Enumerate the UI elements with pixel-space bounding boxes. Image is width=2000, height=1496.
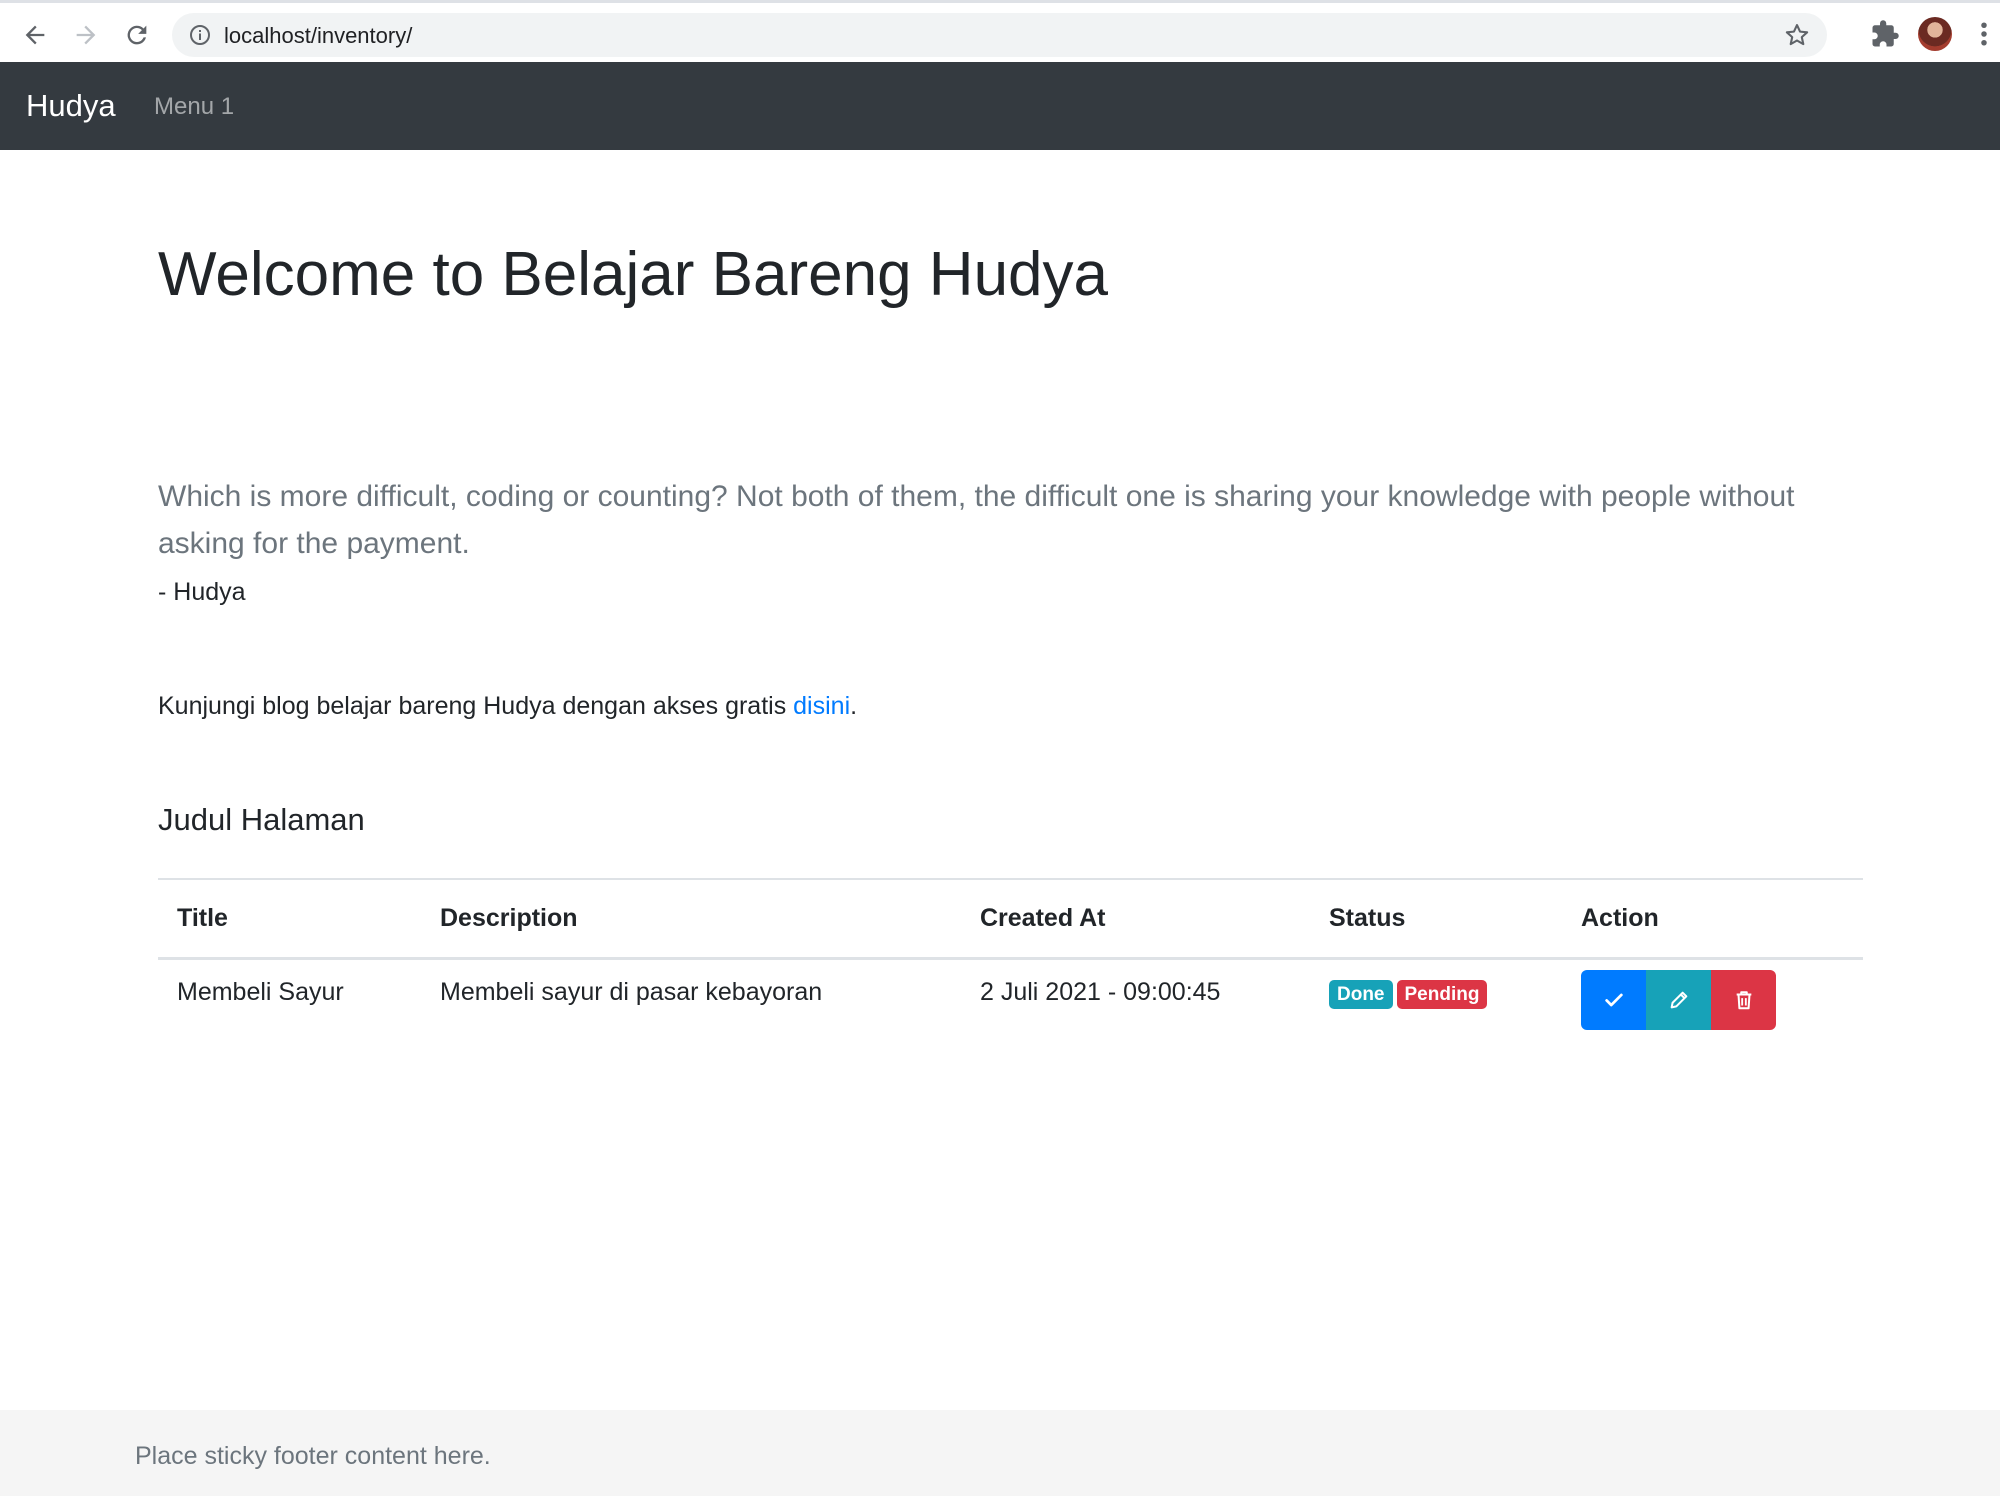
blog-link[interactable]: disini <box>793 692 850 720</box>
edit-button[interactable] <box>1646 969 1711 1030</box>
header-description: Description <box>421 878 961 960</box>
browser-toolbar: localhost/inventory/ <box>0 0 2000 62</box>
section-title: Judul Halaman <box>158 802 365 837</box>
forward-button[interactable] <box>66 15 106 55</box>
arrow-right-icon <box>76 25 96 45</box>
status-badge-done: Done <box>1329 979 1393 1009</box>
blog-paragraph: Kunjungi blog belajar bareng Hudya denga… <box>158 692 857 721</box>
cell-description: Membeli sayur di pasar kebayoran <box>440 977 823 1006</box>
trash-icon <box>1736 990 1751 1009</box>
check-icon <box>1604 993 1623 1006</box>
cell-action <box>1562 958 1863 1044</box>
action-button-group <box>1581 969 1776 1030</box>
table-row: Membeli Sayur Membeli sayur di pasar keb… <box>158 958 1863 1044</box>
back-button[interactable] <box>15 15 55 55</box>
cell-created-at: 2 Juli 2021 - 09:00:45 <box>980 977 1221 1006</box>
nav-menu-1[interactable]: Menu 1 <box>154 93 234 121</box>
sticky-footer: Place sticky footer content here. <box>0 1410 2000 1496</box>
arrow-left-icon <box>25 25 45 45</box>
header-created-at: Created At <box>961 878 1310 960</box>
status-badge-pending: Pending <box>1396 979 1488 1009</box>
url-text[interactable]: localhost/inventory/ <box>224 23 412 49</box>
pencil-icon <box>1670 991 1687 1008</box>
header-status: Status <box>1310 878 1562 960</box>
blog-suffix: . <box>850 692 858 720</box>
info-icon[interactable] <box>188 23 212 47</box>
star-icon[interactable] <box>1783 21 1811 49</box>
blog-text: Kunjungi blog belajar bareng Hudya denga… <box>158 692 794 720</box>
lead-quote: Which is more difficult, coding or count… <box>158 480 1795 560</box>
inventory-table: Title Description Created At Status Acti… <box>158 878 1863 1044</box>
reload-button[interactable] <box>117 15 157 55</box>
table-header-row: Title Description Created At Status Acti… <box>158 878 1863 960</box>
delete-button[interactable] <box>1711 969 1776 1030</box>
kebab-icon[interactable] <box>1975 19 1993 49</box>
app-navbar: Hudya Menu 1 <box>0 62 2000 150</box>
navbar-brand[interactable]: Hudya <box>26 88 116 124</box>
puzzle-icon[interactable] <box>1870 19 1900 49</box>
page-title: Welcome to Belajar Bareng Hudya <box>158 240 1109 309</box>
header-action: Action <box>1562 878 1863 960</box>
quote-author: - Hudya <box>158 578 246 606</box>
address-bar[interactable]: localhost/inventory/ <box>172 13 1827 57</box>
footer-text: Place sticky footer content here. <box>135 1442 491 1470</box>
header-title: Title <box>158 878 421 960</box>
cell-title: Membeli Sayur <box>177 977 344 1006</box>
mark-done-button[interactable] <box>1581 969 1646 1030</box>
cell-status: Done Pending <box>1310 958 1562 1044</box>
profile-avatar[interactable] <box>1918 17 1952 51</box>
reload-icon <box>127 25 147 45</box>
